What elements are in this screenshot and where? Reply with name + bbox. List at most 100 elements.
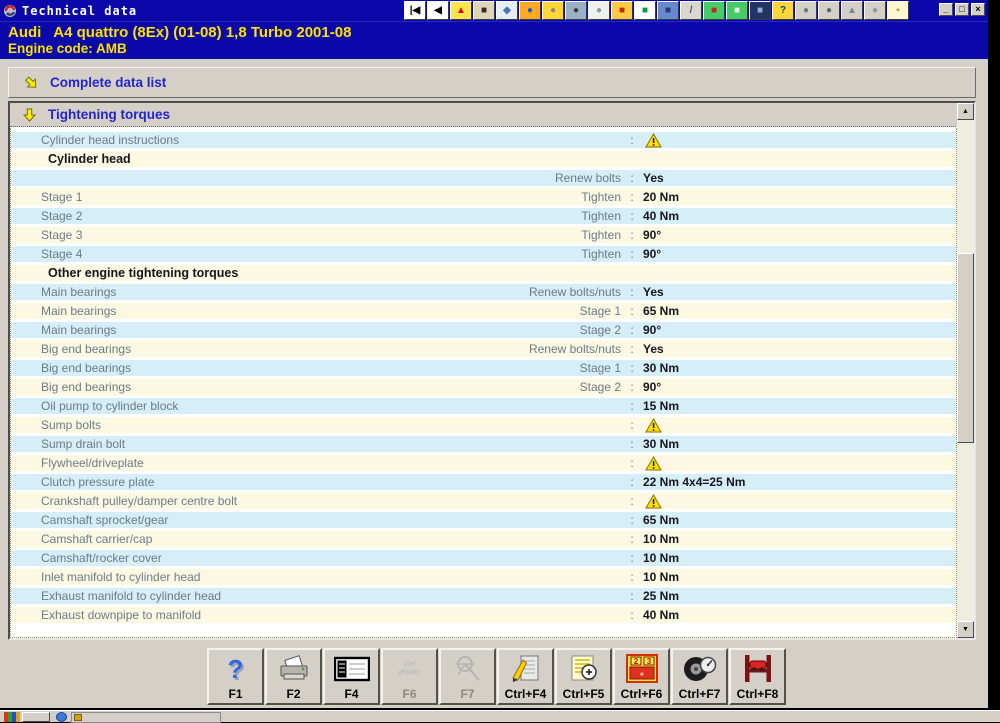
table-row[interactable]: Big end bearingsStage 1:30 Nm	[11, 360, 956, 376]
fkey-label: Ctrl+F5	[563, 687, 605, 701]
fkey-button-f7: F7	[439, 648, 496, 705]
row-label: Stage 2	[11, 209, 451, 223]
fkey-button-ctrl-f7[interactable]: Ctrl+F7	[671, 648, 728, 705]
warning-icon[interactable]: ▲	[450, 1, 472, 20]
row-colon: :	[621, 570, 643, 584]
caution-icon[interactable]: ▲	[841, 1, 863, 20]
table-row[interactable]: Camshaft/rocker cover:10 Nm	[11, 550, 956, 566]
step-back-icon[interactable]: ◀	[427, 1, 449, 20]
gauges-icon[interactable]: ●	[588, 1, 610, 20]
table-row[interactable]: Inlet manifold to cylinder head:10 Nm	[11, 569, 956, 585]
fkey-button-ctrl-f6[interactable]: 23«Ctrl+F6	[613, 648, 670, 705]
transmission-icon[interactable]: ●	[864, 1, 886, 20]
row-label: Flywheel/driveplate	[11, 456, 451, 470]
row-value: 20 Nm	[643, 190, 956, 204]
table-row[interactable]: Big end bearingsRenew bolts/nuts:Yes	[11, 341, 956, 357]
brake-data-icon[interactable]: ■	[473, 1, 495, 20]
help-icon: ?	[209, 650, 262, 687]
close-button[interactable]: ×	[971, 3, 985, 16]
table-row[interactable]: Exhaust manifold to cylinder head:25 Nm	[11, 588, 956, 604]
taskbar-start-button[interactable]	[22, 712, 50, 722]
table-row[interactable]: Sump drain bolt:30 Nm	[11, 436, 956, 452]
table-row[interactable]: Main bearingsStage 2:90°	[11, 322, 956, 338]
diagnostics-icon[interactable]: ●	[542, 1, 564, 20]
table-row[interactable]: Big end bearingsStage 2:90°	[11, 379, 956, 395]
row-label: Camshaft carrier/cap	[11, 532, 451, 546]
row-label: Big end bearings	[11, 342, 451, 356]
scrollbar-thumb[interactable]	[957, 253, 974, 443]
row-colon: :	[621, 437, 643, 451]
table-row[interactable]: Main bearingsRenew bolts/nuts:Yes	[11, 284, 956, 300]
table-section-header[interactable]: Other engine tightening torques	[11, 265, 956, 281]
vehicle-title: Audi A4 quattro (8Ex) (01-08) 1,8 Turbo …	[8, 24, 988, 41]
row-value: 90°	[643, 380, 956, 394]
table-row[interactable]: Crankshaft pulley/damper centre bolt:	[11, 493, 956, 509]
component-icon[interactable]: ▪	[887, 1, 909, 20]
row-sublabel: Renew bolts/nuts	[451, 285, 621, 299]
meter-icon-glyph: ●	[826, 6, 832, 16]
wheel-tyre-icon[interactable]: ●	[565, 1, 587, 20]
taskbar-window-icon	[74, 714, 82, 721]
restore-button[interactable]: □	[955, 3, 969, 16]
fkey-label: Ctrl+F7	[679, 687, 721, 701]
row-label: Sump drain bolt	[11, 437, 451, 451]
table-section-header[interactable]: Cylinder head	[11, 151, 956, 167]
fkey-label: F2	[286, 687, 300, 701]
minimize-button[interactable]: _	[939, 3, 953, 16]
table-row[interactable]: Camshaft sprocket/gear:65 Nm	[11, 512, 956, 528]
section-header-label: Cylinder head	[11, 152, 451, 166]
fkey-label: Ctrl+F8	[737, 687, 779, 701]
spark-plug-icon[interactable]: /	[680, 1, 702, 20]
vehicle-id-icon[interactable]: ■	[703, 1, 725, 20]
technician-icon[interactable]: ●	[795, 1, 817, 20]
fkey-button-ctrl-f8[interactable]: Ctrl+F8	[729, 648, 786, 705]
taskbar-globe-icon[interactable]	[56, 712, 67, 722]
table-row[interactable]: Camshaft carrier/cap:10 Nm	[11, 531, 956, 547]
table-row[interactable]: Main bearingsStage 1:65 Nm	[11, 303, 956, 319]
svg-text:3: 3	[646, 657, 651, 666]
table-row[interactable]: Stage 2Tighten:40 Nm	[11, 208, 956, 224]
row-value: 30 Nm	[643, 361, 956, 375]
table-row[interactable]: Flywheel/driveplate:	[11, 455, 956, 471]
table-row[interactable]: Cylinder head instructions:	[11, 132, 956, 148]
print-data-icon[interactable]: ■	[726, 1, 748, 20]
fkey-button-ctrl-f4[interactable]: Ctrl+F4	[497, 648, 554, 705]
section-complete-data-list[interactable]: Complete data list	[8, 67, 976, 98]
vertical-scrollbar[interactable]: ▲ ▼	[957, 103, 974, 638]
title-bar: Technical data |◀◀▲■◆●●●●■■■/■■■?●●▲●▪ _…	[0, 0, 988, 21]
fkey-button-ctrl-f5[interactable]: Ctrl+F5	[555, 648, 612, 705]
suspension-icon[interactable]: ◆	[496, 1, 518, 20]
table-row[interactable]: Renew bolts:Yes	[11, 170, 956, 186]
taskbar-logo-icon[interactable]	[4, 712, 20, 722]
skip-to-start-icon[interactable]: |◀	[404, 1, 426, 20]
fkey-button-f4[interactable]: F4	[323, 648, 380, 705]
section-tightening-torques[interactable]: Tightening torques	[10, 103, 974, 127]
table-row[interactable]: Oil pump to cylinder block:15 Nm	[11, 398, 956, 414]
window-controls: _ □ ×	[939, 3, 985, 16]
service-schedule-icon[interactable]: ●	[519, 1, 541, 20]
taskbar-window-button[interactable]	[71, 712, 221, 723]
table-row[interactable]: Stage 4Tighten:90°	[11, 246, 956, 262]
row-value: Yes	[643, 285, 956, 299]
scroll-up-button[interactable]: ▲	[957, 103, 974, 120]
fkey-label: F7	[460, 687, 474, 701]
vehicle-lift-icon[interactable]: ■	[634, 1, 656, 20]
table-row[interactable]: Clutch pressure plate:22 Nm 4x4=25 Nm	[11, 474, 956, 490]
fkey-button-f2[interactable]: F2	[265, 648, 322, 705]
help-lookup-icon[interactable]: ?	[772, 1, 794, 20]
meter-icon[interactable]: ●	[818, 1, 840, 20]
table-row[interactable]: Sump bolts:	[11, 417, 956, 433]
fkey-label: F6	[402, 687, 416, 701]
bodywork-icon[interactable]: ■	[611, 1, 633, 20]
row-label: Camshaft/rocker cover	[11, 551, 451, 565]
row-value: 10 Nm	[643, 570, 956, 584]
diagnostics-icon-glyph: ●	[550, 6, 556, 16]
table-row[interactable]: Exhaust downpipe to manifold:40 Nm	[11, 607, 956, 623]
scroll-down-button[interactable]: ▼	[957, 621, 974, 638]
fkey-button-f1[interactable]: ?F1	[207, 648, 264, 705]
engine-test-icon[interactable]: ■	[657, 1, 679, 20]
svg-text:«: «	[640, 671, 644, 678]
table-row[interactable]: Stage 1Tighten:20 Nm	[11, 189, 956, 205]
commercial-vehicle-icon[interactable]: ■	[749, 1, 771, 20]
table-row[interactable]: Stage 3Tighten:90°	[11, 227, 956, 243]
